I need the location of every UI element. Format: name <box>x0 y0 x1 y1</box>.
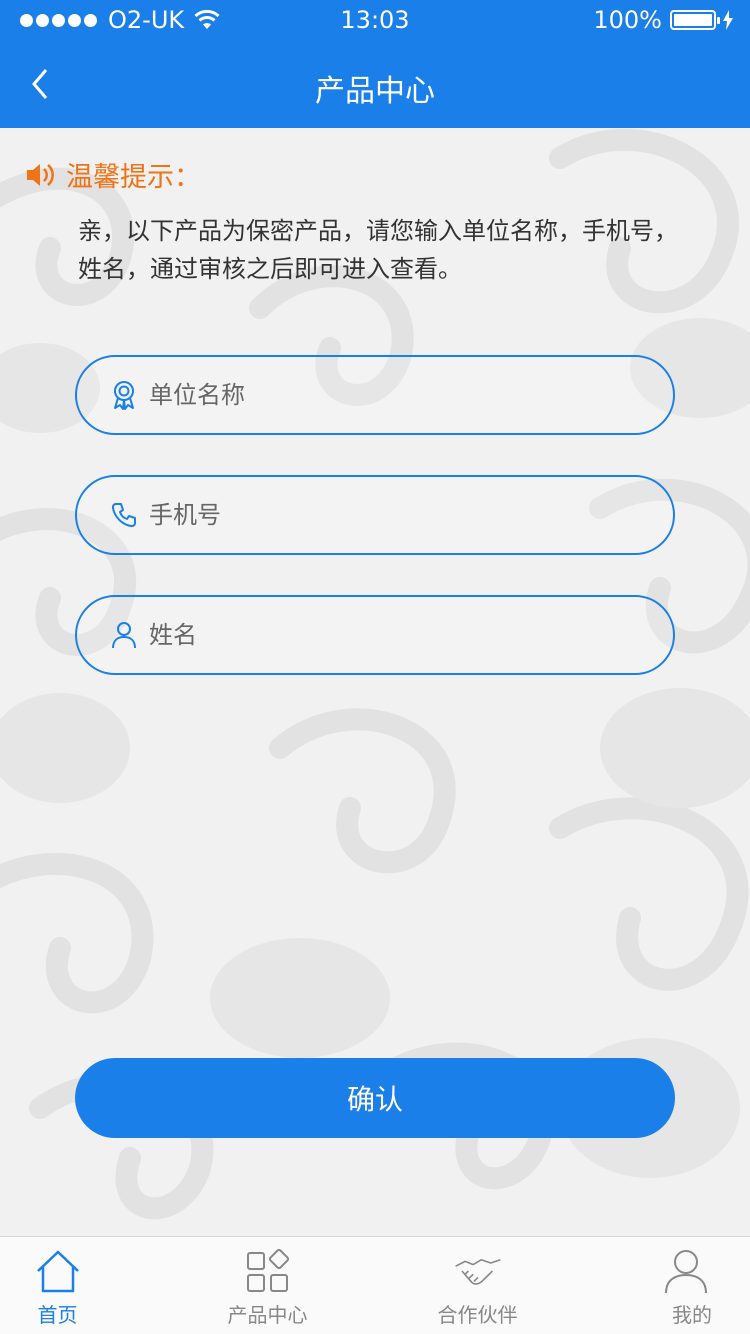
notice-header: 温馨提示： <box>24 155 201 194</box>
header: O2-UK 13:03 100% 产品中心 <box>0 0 750 128</box>
grid-icon <box>246 1248 289 1292</box>
notice-title: 温馨提示： <box>66 162 201 193</box>
tab-mine[interactable]: 我的 <box>535 1237 750 1334</box>
name-field[interactable] <box>75 595 675 675</box>
tab-partners[interactable]: 合作伙伴 <box>420 1237 535 1334</box>
battery-percent: 100% <box>593 6 662 34</box>
tab-products-label: 产品中心 <box>227 1303 308 1327</box>
home-icon <box>36 1250 79 1293</box>
profile-icon <box>665 1250 707 1294</box>
company-name-input[interactable] <box>149 381 629 409</box>
phone-field[interactable] <box>75 475 675 555</box>
tab-home[interactable]: 首页 <box>0 1237 115 1334</box>
battery-icon <box>670 10 720 30</box>
notice-body: 亲，以下产品为保密产品，请您输入单位名称，手机号，姓名，通过审核之后即可进入查看… <box>78 217 678 283</box>
phone-input[interactable] <box>149 501 629 529</box>
award-icon <box>109 380 139 410</box>
name-input[interactable] <box>149 621 629 649</box>
tab-mine-label: 我的 <box>672 1303 712 1327</box>
charging-icon <box>723 10 733 30</box>
status-right: 100% <box>593 6 734 34</box>
speaker-icon <box>27 163 54 186</box>
tab-home-label: 首页 <box>37 1303 78 1327</box>
tab-products[interactable]: 产品中心 <box>115 1237 420 1334</box>
nav-bar: 产品中心 <box>0 40 750 128</box>
phone-icon <box>109 500 139 530</box>
tab-partners-label: 合作伙伴 <box>437 1303 518 1327</box>
tab-bar: 首页 产品中心 合作伙伴 我的 <box>0 1236 750 1334</box>
company-name-field[interactable] <box>75 355 675 435</box>
confirm-button[interactable]: 确认 <box>75 1058 675 1138</box>
page-title: 产品中心 <box>315 74 435 109</box>
user-icon <box>109 620 139 650</box>
handshake-icon <box>454 1259 501 1285</box>
status-bar: O2-UK 13:03 100% <box>0 0 750 40</box>
